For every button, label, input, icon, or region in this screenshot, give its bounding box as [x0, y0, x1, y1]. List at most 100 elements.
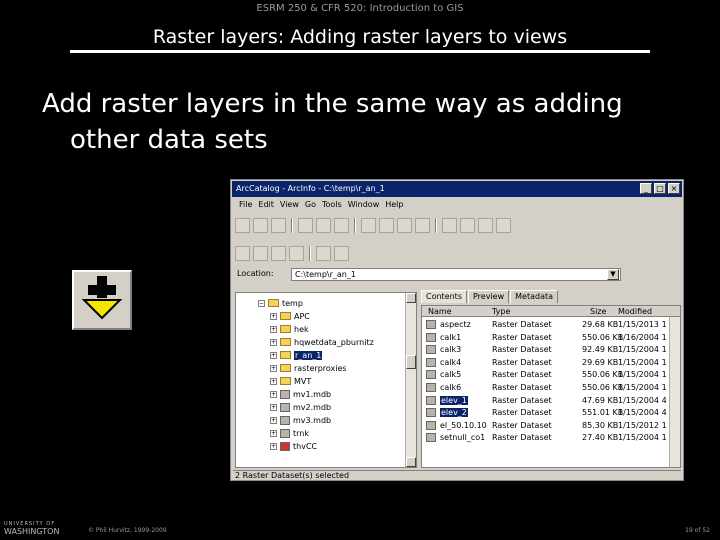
delete-icon[interactable]	[334, 217, 349, 233]
table-row[interactable]: elev_1 Raster Dataset 47.69 KB 1/15/2004 4	[422, 395, 670, 407]
toolbar-separator	[435, 217, 437, 233]
table-row[interactable]: calk4 Raster Dataset 29.69 KB 1/15/2004 1	[422, 357, 670, 369]
add-data-button[interactable]	[72, 270, 132, 330]
tree-item[interactable]: + mv1.mdb	[270, 388, 331, 400]
table-cell: Raster Dataset	[492, 433, 552, 443]
maximize-button[interactable]: □	[654, 183, 666, 194]
table-cell: 1/15/2004 1	[618, 433, 667, 443]
menu-tools[interactable]: Tools	[322, 200, 342, 209]
minimize-button[interactable]: _	[640, 183, 652, 194]
expand-icon[interactable]: +	[270, 325, 277, 333]
scroll-down-icon[interactable]	[406, 457, 416, 467]
location-input[interactable]: C:\temp\r_an_1	[291, 268, 621, 281]
window-titlebar[interactable]: ArcCatalog - ArcInfo - C:\temp\r_an_1 _ …	[232, 181, 682, 197]
scroll-thumb[interactable]	[406, 355, 416, 369]
column-header-name[interactable]: Name	[428, 307, 452, 316]
tree-scrollbar[interactable]	[405, 293, 416, 467]
catalog-tree[interactable]: − temp + APC + hek + hqwetdata_pburnitz …	[235, 292, 417, 468]
command-line-icon[interactable]	[478, 217, 493, 233]
menu-file[interactable]: File	[239, 200, 252, 209]
create-thumbnail-icon[interactable]	[334, 245, 349, 261]
table-row[interactable]: calk1 Raster Dataset 550.06 KB 1/16/2004 1	[422, 332, 670, 344]
menu-edit[interactable]: Edit	[258, 200, 274, 209]
expand-icon[interactable]: +	[270, 442, 277, 450]
table-row[interactable]: el_50.10.10 Raster Dataset 85.30 KB 1/15/20…	[422, 420, 670, 432]
tree-item-selected[interactable]: + r_an_1	[270, 349, 323, 361]
table-cell: Raster Dataset	[492, 383, 552, 392]
disconnect-folder-icon[interactable]	[271, 217, 286, 233]
zoom-in-icon[interactable]	[235, 245, 250, 261]
table-row[interactable]: aspectz Raster Dataset 29.68 KB 1/15/2013 1	[422, 319, 670, 331]
expand-icon[interactable]: +	[270, 351, 277, 359]
expand-icon[interactable]: +	[270, 377, 277, 385]
expand-icon[interactable]: +	[270, 338, 277, 346]
help-pointer-icon[interactable]	[496, 217, 511, 233]
menu-view[interactable]: View	[280, 200, 299, 209]
database-icon	[280, 402, 290, 412]
table-row[interactable]: calk6 Raster Dataset 550.06 KB 1/15/2004 1	[422, 382, 670, 394]
scroll-up-icon[interactable]	[406, 293, 416, 303]
identify-icon[interactable]	[316, 245, 331, 261]
tree-item[interactable]: + hek	[270, 323, 309, 335]
tree-item[interactable]: + trnk	[270, 427, 309, 439]
coverage-icon	[280, 428, 290, 438]
column-header-size[interactable]: Size	[590, 307, 606, 316]
launch-arcmap-icon[interactable]	[442, 217, 457, 233]
tree-item[interactable]: + APC	[270, 310, 310, 322]
table-row[interactable]: calk5 Raster Dataset 550.06 KB 1/15/2004 1	[422, 369, 670, 381]
tree-item-temp[interactable]: − temp	[258, 297, 303, 309]
expand-icon[interactable]: +	[270, 364, 277, 372]
table-cell: 1/15/2004 1	[618, 383, 667, 392]
thumbnails-icon[interactable]	[415, 217, 430, 233]
full-extent-icon[interactable]	[289, 245, 304, 261]
table-cell: 1/15/2004 1	[618, 345, 667, 355]
column-header-modified[interactable]: Modified	[618, 307, 652, 316]
close-button[interactable]: ×	[668, 183, 680, 194]
list-icon[interactable]	[379, 217, 394, 233]
menu-help[interactable]: Help	[385, 200, 403, 209]
menu-go[interactable]: Go	[305, 200, 316, 209]
contents-list[interactable]: Name Type Size Modified aspectz Raster Da…	[421, 305, 681, 468]
paste-icon[interactable]	[316, 217, 331, 233]
table-row[interactable]: setnull_co1 Raster Dataset 27.40 KB 1/15/20…	[422, 432, 670, 444]
expand-icon[interactable]: +	[270, 390, 277, 398]
expand-icon[interactable]: +	[270, 403, 277, 411]
zoom-out-icon[interactable]	[253, 245, 268, 261]
table-row[interactable]: calk3 Raster Dataset 92.49 KB 1/15/2004 1	[422, 344, 670, 356]
tree-item[interactable]: + mv2.mdb	[270, 401, 331, 413]
tree-item[interactable]: + mv3.mdb	[270, 414, 331, 426]
tab-preview[interactable]: Preview	[467, 290, 510, 303]
expand-icon[interactable]: +	[270, 429, 277, 437]
tab-metadata[interactable]: Metadata	[510, 290, 559, 303]
copy-icon[interactable]	[298, 217, 313, 233]
table-cell: calk3	[440, 345, 462, 355]
toolbox-icon[interactable]	[460, 217, 475, 233]
table-cell: Raster Dataset	[492, 332, 552, 342]
table-cell: 47.69 KB	[582, 395, 619, 405]
large-icons-icon[interactable]	[361, 217, 376, 233]
pan-icon[interactable]	[271, 245, 286, 261]
folder-icon	[280, 325, 291, 333]
collapse-icon[interactable]: −	[258, 299, 265, 307]
expand-icon[interactable]: +	[270, 416, 277, 424]
table-cell: Raster Dataset	[492, 370, 552, 380]
expand-icon[interactable]: +	[270, 312, 277, 320]
tab-contents[interactable]: Contents	[421, 290, 467, 303]
table-row[interactable]: elev_2 Raster Dataset 551.01 KB 1/15/2004 4	[422, 407, 670, 419]
tree-item[interactable]: + rasterproxies	[270, 362, 347, 374]
details-icon[interactable]	[397, 217, 412, 233]
column-header-type[interactable]: Type	[492, 307, 510, 316]
connect-folder-icon[interactable]	[253, 217, 268, 233]
location-label: Location:	[237, 269, 274, 278]
tree-item[interactable]: + hqwetdata_pburnitz	[270, 336, 374, 348]
chevron-down-icon[interactable]: ▼	[607, 269, 619, 280]
list-scrollbar[interactable]	[669, 317, 680, 467]
menu-window[interactable]: Window	[348, 200, 380, 209]
table-cell: 1/15/2004 1	[618, 370, 667, 380]
tree-item-label: rasterproxies	[294, 363, 347, 373]
table-cell: 1/15/2013 1	[618, 320, 667, 329]
tree-item[interactable]: + MVT	[270, 375, 311, 387]
slide-title: Raster layers: Adding raster layers to v…	[152, 26, 568, 48]
tree-item[interactable]: + thvCC	[270, 440, 317, 452]
up-one-level-icon[interactable]	[235, 217, 250, 233]
